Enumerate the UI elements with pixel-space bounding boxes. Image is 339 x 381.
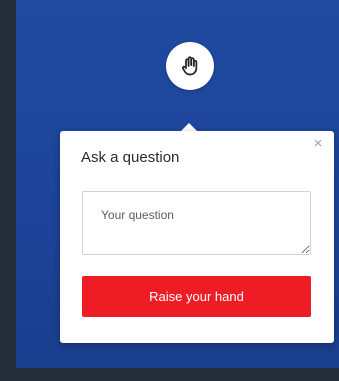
popover-title: Ask a question [81,149,180,166]
raise-hand-toggle-button[interactable] [166,42,214,90]
raised-hand-icon [182,56,198,76]
question-input[interactable] [82,191,311,255]
raise-your-hand-button[interactable]: Raise your hand [82,276,311,317]
app-screen: × Ask a question Raise your hand [16,0,339,368]
close-icon[interactable]: × [311,136,325,151]
ask-question-popover: × Ask a question Raise your hand [60,131,334,343]
